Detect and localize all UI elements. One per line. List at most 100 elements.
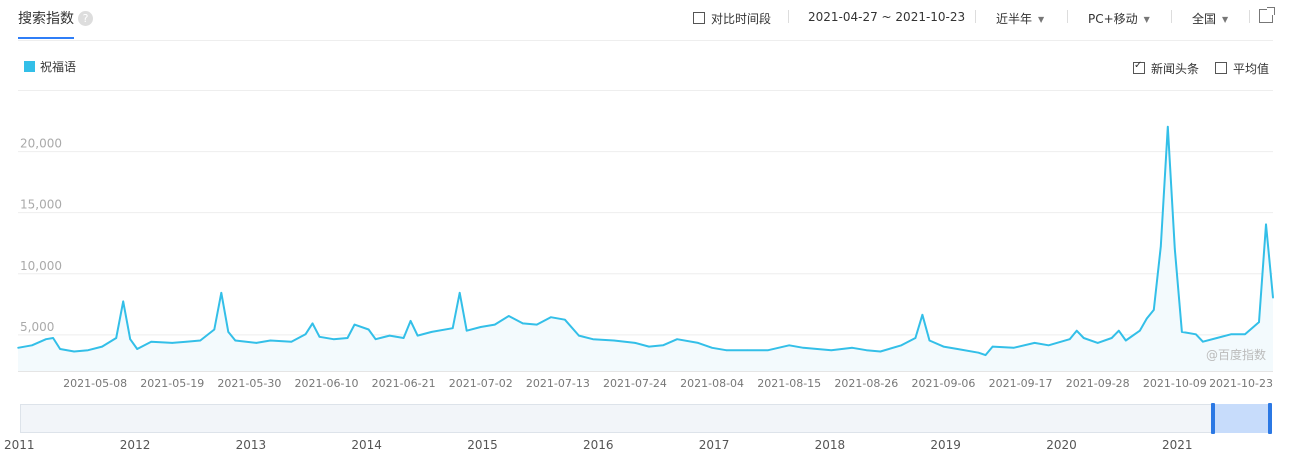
data-point xyxy=(269,339,272,342)
data-point xyxy=(956,348,959,350)
average-label: 平均值 xyxy=(1233,62,1270,76)
news-label: 新闻头条 xyxy=(1151,62,1200,76)
date-range-picker[interactable]: 2021-04-27 ~ 2021-10-23 xyxy=(808,10,965,24)
data-point xyxy=(17,347,19,349)
checkbox-checked-icon xyxy=(1133,60,1145,74)
x-tick-label: 2021-07-02 xyxy=(449,377,513,390)
average-checkbox[interactable]: 平均值 xyxy=(1215,60,1269,77)
data-point xyxy=(578,334,580,337)
data-point xyxy=(522,322,524,325)
divider xyxy=(788,10,789,23)
data-point xyxy=(332,338,335,340)
data-point xyxy=(353,323,356,326)
navigator-year-label: 2015 xyxy=(467,438,498,452)
navigator-year-label: 2011 xyxy=(4,438,35,452)
help-icon[interactable]: ? xyxy=(78,11,93,26)
share-icon[interactable] xyxy=(1259,7,1275,23)
region-select[interactable]: 全国 ▼ xyxy=(1192,10,1228,27)
data-point xyxy=(1195,333,1197,336)
data-point xyxy=(697,342,699,344)
navigator-year-label: 2020 xyxy=(1046,438,1077,452)
data-point xyxy=(1033,342,1036,344)
x-tick-label: 2021-07-24 xyxy=(603,377,667,390)
legend[interactable]: 祝福语 xyxy=(24,58,76,75)
x-tick-label: 2021-08-15 xyxy=(757,377,821,390)
x-tick-label: 2021-05-19 xyxy=(140,377,204,390)
device-select[interactable]: PC+移动 ▼ xyxy=(1088,10,1150,27)
x-tick-label: 2021-07-13 xyxy=(526,377,590,390)
data-point xyxy=(564,318,566,321)
trend-chart[interactable]: 5,00010,00015,00020,00025,0002021-05-082… xyxy=(0,90,1290,390)
data-point xyxy=(662,344,664,347)
data-point xyxy=(676,338,678,340)
data-point xyxy=(227,331,230,333)
data-point xyxy=(1068,338,1071,340)
data-point xyxy=(465,329,468,332)
y-tick-label: 10,000 xyxy=(20,259,62,273)
compare-period-checkbox[interactable]: 对比时间段 xyxy=(693,10,771,27)
navigator-year-label: 2017 xyxy=(698,438,730,452)
x-tick-label: 2021-06-10 xyxy=(295,377,359,390)
time-navigator[interactable] xyxy=(20,404,1272,433)
data-point xyxy=(31,344,33,347)
data-point xyxy=(550,316,552,318)
data-point xyxy=(1258,321,1260,323)
x-tick-label: 2021-09-17 xyxy=(989,377,1053,390)
x-tick-label: 2021-09-28 xyxy=(1066,377,1130,390)
data-point xyxy=(1216,337,1218,339)
data-point xyxy=(879,350,882,353)
tab-search-index[interactable]: 搜索指数 xyxy=(18,8,74,28)
data-point xyxy=(1167,125,1169,128)
data-point xyxy=(494,323,496,326)
data-point xyxy=(1125,339,1127,342)
data-point xyxy=(991,345,994,348)
device-value: PC+移动 xyxy=(1088,12,1138,26)
data-point xyxy=(921,314,924,316)
top-bar: 搜索指数 ? 对比时间段 2021-04-27 ~ 2021-10-23 近半年… xyxy=(0,0,1290,40)
data-point xyxy=(416,334,419,337)
watermark: @百度指数 xyxy=(1206,348,1267,362)
legend-swatch xyxy=(24,61,35,72)
active-tab-indicator xyxy=(18,37,74,39)
data-point xyxy=(122,300,124,303)
data-point xyxy=(304,333,307,336)
divider xyxy=(1171,10,1172,23)
data-point xyxy=(746,349,748,352)
x-tick-label: 2021-10-09 xyxy=(1143,377,1207,390)
data-point xyxy=(865,349,868,352)
period-select[interactable]: 近半年 ▼ xyxy=(996,10,1044,27)
data-point xyxy=(213,328,216,331)
divider xyxy=(1249,10,1250,23)
y-tick-label: 5,000 xyxy=(20,320,54,334)
data-point xyxy=(59,348,61,350)
caret-down-icon: ▼ xyxy=(1038,15,1045,24)
navigator-selection[interactable] xyxy=(1213,404,1270,433)
divider xyxy=(975,10,976,23)
data-point xyxy=(1174,248,1176,250)
checkbox-icon xyxy=(1215,62,1227,74)
data-point xyxy=(1082,337,1085,339)
navigator-year-label: 2013 xyxy=(235,438,267,452)
data-point xyxy=(508,315,510,317)
navigator-left-handle[interactable] xyxy=(1211,403,1215,434)
data-point xyxy=(816,348,819,350)
data-point xyxy=(1110,337,1113,339)
header-divider xyxy=(18,40,1273,41)
data-point xyxy=(977,351,980,354)
data-point xyxy=(129,338,131,340)
compare-label: 对比时间段 xyxy=(711,12,772,26)
data-point xyxy=(725,349,727,352)
navigator-right-handle[interactable] xyxy=(1268,403,1272,434)
data-point xyxy=(311,322,314,325)
data-point xyxy=(830,349,833,352)
navigator-year-label: 2014 xyxy=(351,438,382,452)
data-point xyxy=(851,347,854,349)
navigator-year-label: 2019 xyxy=(930,438,961,452)
data-point xyxy=(900,344,903,347)
data-point xyxy=(613,339,615,342)
data-point xyxy=(73,350,75,353)
region-value: 全国 xyxy=(1192,12,1217,26)
news-headline-checkbox[interactable]: 新闻头条 xyxy=(1133,60,1199,77)
data-point xyxy=(374,338,377,340)
navigator-year-label: 2018 xyxy=(814,438,846,452)
